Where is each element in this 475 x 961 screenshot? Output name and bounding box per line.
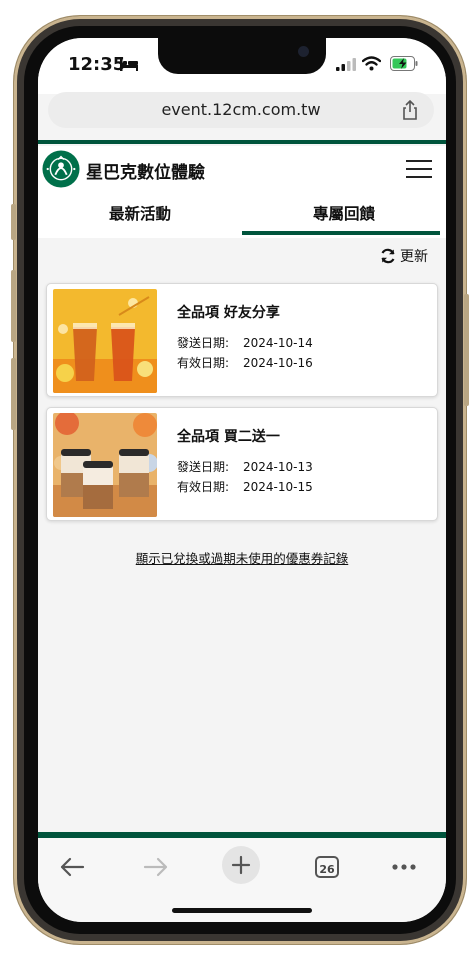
expiry-date-value: 2024-10-16 [243, 356, 313, 370]
coupon-card[interactable]: 全品項 買二送一 發送日期: 2024-10-13 有效日期: 2024-10-15 [46, 407, 438, 521]
issue-date-label: 發送日期: [177, 336, 230, 350]
status-time: 12:35 [68, 54, 126, 75]
coupon-image-latte [53, 413, 157, 517]
tabs-icon: 26 [315, 856, 339, 878]
address-bar[interactable]: event.12cm.com.tw [48, 92, 434, 128]
signal-icon [336, 58, 356, 71]
tab-count: 26 [319, 863, 335, 876]
refresh-icon [381, 248, 395, 264]
tab-bar: 最新活動 專屬回饋 [38, 196, 446, 238]
volume-down-button [11, 358, 16, 430]
url-text: event.12cm.com.tw [161, 100, 321, 119]
coupon-title: 全品項 買二送一 [177, 429, 280, 445]
more-button[interactable] [386, 852, 422, 882]
share-icon[interactable] [400, 100, 420, 120]
screen: 12:35 event.12cm.com.tw 星巴克數位體驗 最新活動 專屬回… [38, 38, 446, 922]
new-tab-button[interactable] [222, 846, 260, 884]
wifi-icon [362, 56, 381, 71]
site-header: 星巴克數位體驗 [38, 146, 446, 198]
hamburger-menu-icon[interactable] [406, 160, 432, 180]
power-button [464, 294, 469, 406]
coupon-title: 全品項 好友分享 [177, 305, 280, 321]
issue-date-label: 發送日期: [177, 460, 230, 474]
starbucks-logo[interactable] [42, 150, 80, 188]
bed-icon [120, 58, 138, 71]
expiry-date-value: 2024-10-15 [243, 480, 313, 494]
coupon-issue-row: 發送日期: 2024-10-14 [177, 334, 313, 351]
coupon-expiry-row: 有效日期: 2024-10-15 [177, 478, 313, 495]
coupon-card[interactable]: 全品項 好友分享 發送日期: 2024-10-14 有效日期: 2024-10-16 [46, 283, 438, 397]
coupon-image-iced-tea [53, 289, 157, 393]
status-bar: 12:35 event.12cm.com.tw [38, 38, 446, 128]
plus-icon [231, 855, 251, 875]
coupon-history-link[interactable]: 顯示已兌換或過期未使用的優惠券記錄 [38, 548, 446, 567]
issue-date-value: 2024-10-13 [243, 460, 313, 474]
tab-exclusive-rewards[interactable]: 專屬回饋 [242, 202, 446, 224]
top-green-divider [38, 140, 446, 144]
expiry-date-label: 有效日期: [177, 356, 230, 370]
coupon-issue-row: 發送日期: 2024-10-13 [177, 458, 313, 475]
forward-button[interactable] [138, 852, 174, 882]
battery-charging-icon [390, 56, 418, 71]
back-arrow-icon [60, 857, 85, 877]
forward-arrow-icon [143, 857, 168, 877]
volume-up-button [11, 270, 16, 342]
issue-date-value: 2024-10-14 [243, 336, 313, 350]
silent-switch [11, 204, 16, 240]
active-tab-indicator [242, 231, 440, 235]
tabs-button[interactable]: 26 [309, 852, 345, 882]
more-icon [392, 864, 416, 870]
coupon-expiry-row: 有效日期: 2024-10-16 [177, 354, 313, 371]
refresh-button[interactable]: 更新 [380, 246, 428, 266]
brand-title: 星巴克數位體驗 [86, 163, 205, 183]
home-indicator [172, 908, 312, 913]
back-button[interactable] [54, 852, 90, 882]
refresh-label: 更新 [400, 249, 428, 265]
tab-latest-events[interactable]: 最新活動 [38, 202, 242, 224]
front-camera [298, 46, 309, 57]
notch [158, 38, 326, 74]
expiry-date-label: 有效日期: [177, 480, 230, 494]
